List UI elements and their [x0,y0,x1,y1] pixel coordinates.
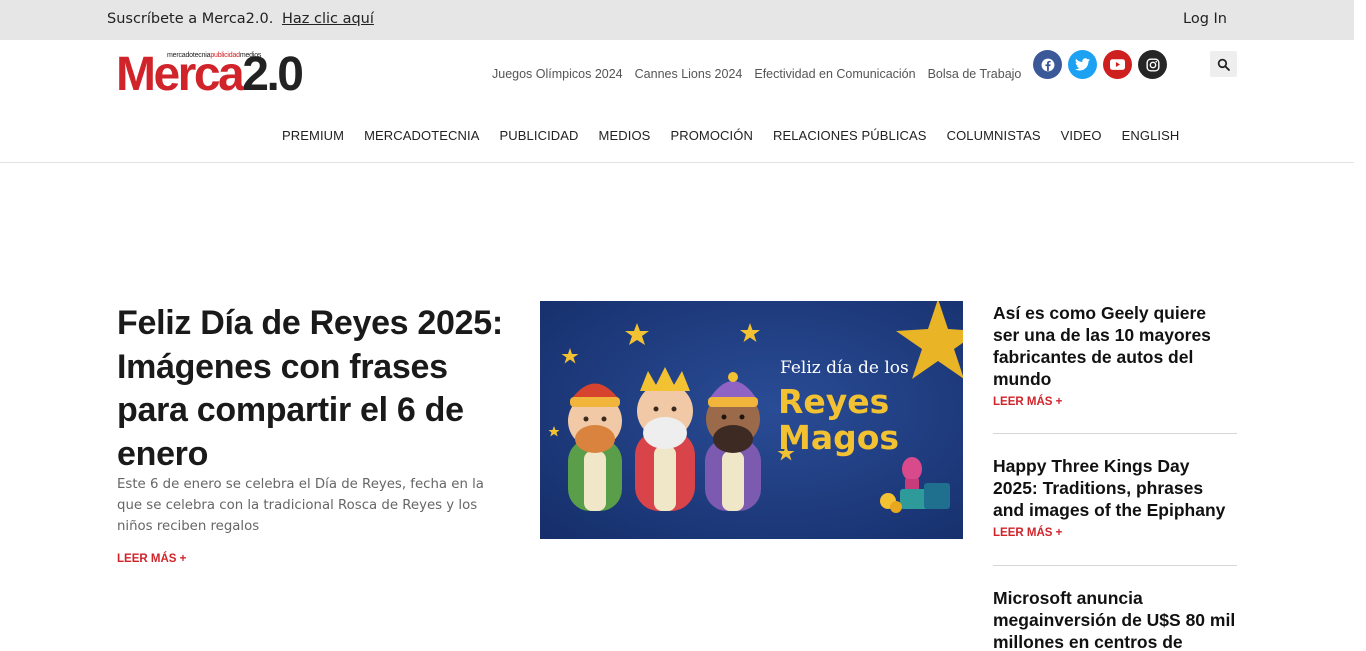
sidebar-divider [993,565,1237,566]
svg-text:Feliz día de los: Feliz día de los [780,358,909,378]
site-logo[interactable]: Merca2.0 mercadotecniapublicidadmedios [116,50,356,100]
nav-premium[interactable]: PREMIUM [282,128,344,143]
nav-promocion[interactable]: PROMOCIÓN [670,128,753,143]
sidebar-article-three-kings: Happy Three Kings Day 2025: Traditions, … [993,455,1237,539]
subscribe-banner: Suscríbete a Merca2.0. Haz clic aquí [107,11,374,27]
logo-tagline: mercadotecniapublicidadmedios [167,52,262,59]
nav-publicidad[interactable]: PUBLICIDAD [500,128,579,143]
link-efectividad[interactable]: Efectividad en Comunicación [754,67,915,81]
sidebar-read-more[interactable]: LEER MÁS + [993,527,1237,539]
sidebar-divider [993,433,1237,434]
sidebar-article-title[interactable]: Microsoft anuncia megainversión de U$S 8… [993,587,1237,651]
nav-relaciones-publicas[interactable]: RELACIONES PÚBLICAS [773,128,927,143]
nav-mercadotecnia[interactable]: MERCADOTECNIA [364,128,479,143]
main-nav: PREMIUM MERCADOTECNIA PUBLICIDAD MEDIOS … [282,128,1179,143]
top-bar: Suscríbete a Merca2.0. Haz clic aquí Log… [0,0,1354,40]
nav-video[interactable]: VIDEO [1061,128,1102,143]
link-bolsa-trabajo[interactable]: Bolsa de Trabajo [928,67,1022,81]
nav-columnistas[interactable]: COLUMNISTAS [947,128,1041,143]
nav-medios[interactable]: MEDIOS [599,128,651,143]
secondary-nav: Juegos Olímpicos 2024 Cannes Lions 2024 … [492,67,1021,81]
subscribe-text: Suscríbete a Merca2.0. [107,11,274,27]
hero-excerpt: Este 6 de enero se celebra el Día de Rey… [117,477,484,534]
svg-text:Magos: Magos [778,418,899,457]
sidebar-read-more[interactable]: LEER MÁS + [993,396,1237,408]
hero-title[interactable]: Feliz Día de Reyes 2025: Imágenes con fr… [117,302,522,476]
instagram-icon[interactable] [1138,50,1167,79]
search-icon [1217,58,1230,71]
facebook-icon[interactable] [1033,50,1062,79]
nav-english[interactable]: ENGLISH [1122,128,1180,143]
login-link[interactable]: Log In [1183,11,1227,27]
hero-read-more[interactable]: LEER MÁS + [117,553,186,565]
link-juegos-olimpicos[interactable]: Juegos Olímpicos 2024 [492,67,623,81]
sidebar-article-title[interactable]: Así es como Geely quiere ser una de las … [993,302,1237,390]
subscribe-link[interactable]: Haz clic aquí [282,11,374,27]
link-cannes-lions[interactable]: Cannes Lions 2024 [635,67,743,81]
twitter-icon[interactable] [1068,50,1097,79]
social-links [1033,50,1167,79]
sidebar-article-microsoft: Microsoft anuncia megainversión de U$S 8… [993,587,1237,651]
youtube-icon[interactable] [1103,50,1132,79]
nav-divider [0,162,1354,163]
sidebar-article-title[interactable]: Happy Three Kings Day 2025: Traditions, … [993,455,1237,521]
svg-text:Reyes: Reyes [778,382,889,421]
search-button[interactable] [1210,51,1237,77]
hero-image[interactable]: Feliz día de los Reyes Magos [540,301,963,539]
sidebar-article-geely: Así es como Geely quiere ser una de las … [993,302,1237,408]
